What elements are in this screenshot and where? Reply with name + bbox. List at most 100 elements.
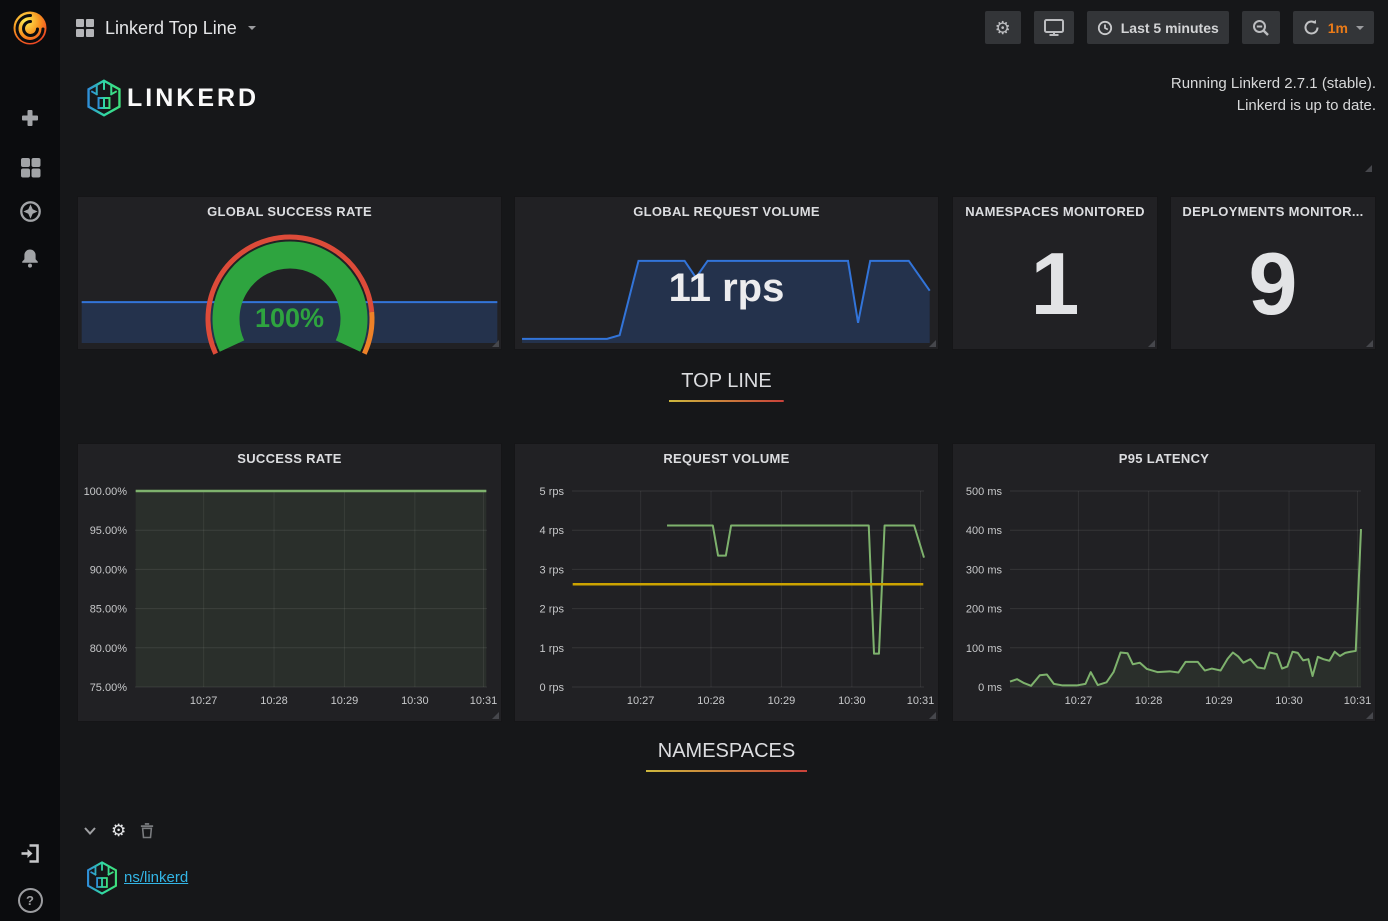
dashboard-title-button[interactable]: Linkerd Top Line <box>76 0 256 56</box>
svg-text:3 rps: 3 rps <box>540 564 565 576</box>
svg-text:10:30: 10:30 <box>401 695 429 707</box>
help-icon: ? <box>18 888 43 913</box>
svg-text:75.00%: 75.00% <box>90 682 128 694</box>
linkerd-wordmark: LINKERD <box>127 84 259 113</box>
svg-text:200 ms: 200 ms <box>966 604 1003 616</box>
svg-text:10:29: 10:29 <box>331 695 359 707</box>
top-nav: Linkerd Top Line ⚙ Last 5 minutes <box>60 0 1388 56</box>
row-controls: ⚙ <box>83 822 154 839</box>
zoom-out-icon <box>1252 19 1270 37</box>
svg-text:10:28: 10:28 <box>260 695 288 707</box>
panel-title[interactable]: GLOBAL SUCCESS RATE <box>78 204 501 219</box>
success-rate-chart[interactable]: 75.00%80.00%85.00%90.00%95.00%100.00%10:… <box>80 468 499 719</box>
svg-text:10:31: 10:31 <box>470 695 498 707</box>
refresh-interval-label: 1m <box>1328 20 1348 36</box>
panel-title[interactable]: DEPLOYMENTS MONITOR... <box>1171 204 1375 219</box>
linkerd-logo <box>84 77 124 124</box>
time-range-picker[interactable]: Last 5 minutes <box>1087 11 1229 44</box>
svg-text:0 rps: 0 rps <box>540 682 565 694</box>
compass-icon <box>19 200 42 223</box>
svg-text:10:27: 10:27 <box>1065 695 1093 707</box>
dashboard-grid-icon <box>76 19 94 37</box>
sign-in-icon <box>19 842 42 865</box>
svg-text:500 ms: 500 ms <box>966 486 1003 498</box>
linkerd-status-text: Running Linkerd 2.7.1 (stable). Linkerd … <box>1171 73 1376 117</box>
namespace-linkerd-logo <box>84 859 120 902</box>
panel-title[interactable]: P95 LATENCY <box>953 451 1375 466</box>
svg-text:95.00%: 95.00% <box>90 525 128 537</box>
panel-title[interactable]: NAMESPACES MONITORED <box>953 204 1157 219</box>
svg-text:10:30: 10:30 <box>1275 695 1303 707</box>
dashboard-title: Linkerd Top Line <box>105 18 237 39</box>
svg-text:10:27: 10:27 <box>627 695 655 707</box>
svg-text:10:27: 10:27 <box>190 695 218 707</box>
sidebar-item-alerting[interactable] <box>0 246 60 270</box>
panel-success-rate: SUCCESS RATE 75.00%80.00%85.00%90.00%95.… <box>77 443 502 722</box>
row-header-top-line[interactable]: TOP LINE <box>77 370 1376 402</box>
time-range-label: Last 5 minutes <box>1121 20 1219 36</box>
panel-resize-handle[interactable] <box>1365 165 1372 172</box>
refresh-picker[interactable]: 1m <box>1293 11 1374 44</box>
svg-text:10:29: 10:29 <box>768 695 796 707</box>
stat-value: 1 <box>953 225 1157 343</box>
sidebar-item-explore[interactable] <box>0 199 60 223</box>
panel-resize-handle[interactable] <box>1366 340 1373 347</box>
grafana-logo[interactable] <box>0 6 60 50</box>
sidebar-item-sign-in[interactable] <box>0 840 60 866</box>
svg-text:10:28: 10:28 <box>697 695 725 707</box>
sidebar-item-dashboards[interactable] <box>0 155 60 179</box>
refresh-icon <box>1303 19 1320 36</box>
dashboards-grid-icon <box>19 156 42 179</box>
gear-icon: ⚙ <box>995 19 1011 37</box>
panel-resize-handle[interactable] <box>1148 340 1155 347</box>
panel-request-volume: REQUEST VOLUME 0 rps1 rps2 rps3 rps4 rps… <box>514 443 939 722</box>
svg-text:90.00%: 90.00% <box>90 564 128 576</box>
svg-text:100 ms: 100 ms <box>966 643 1003 655</box>
panel-p95-latency: P95 LATENCY 0 ms100 ms200 ms300 ms400 ms… <box>952 443 1376 722</box>
panel-title[interactable]: SUCCESS RATE <box>78 451 501 466</box>
cycle-view-mode-button[interactable] <box>1034 11 1074 44</box>
grafana-logo-icon <box>10 8 50 48</box>
panel-namespaces-monitored: NAMESPACES MONITORED 1 <box>952 196 1158 350</box>
panel-title[interactable]: GLOBAL REQUEST VOLUME <box>515 204 938 219</box>
panel-resize-handle[interactable] <box>492 712 499 719</box>
row-header-namespaces[interactable]: NAMESPACES <box>77 740 1376 772</box>
monitor-icon <box>1044 19 1064 36</box>
trash-icon[interactable] <box>140 822 154 839</box>
panel-deployments-monitored: DEPLOYMENTS MONITOR... 9 <box>1170 196 1376 350</box>
stat-value: 9 <box>1171 225 1375 343</box>
svg-text:10:31: 10:31 <box>1344 695 1372 707</box>
svg-text:10:29: 10:29 <box>1205 695 1233 707</box>
chevron-down-icon <box>1356 26 1364 30</box>
panel-resize-handle[interactable] <box>929 340 936 347</box>
sidebar-item-create[interactable] <box>0 106 60 130</box>
chevron-down-icon[interactable] <box>83 824 97 837</box>
dashboard-settings-button[interactable]: ⚙ <box>985 11 1021 44</box>
request-volume-chart[interactable]: 0 rps1 rps2 rps3 rps4 rps5 rps10:2710:28… <box>517 468 936 719</box>
sidebar: ? <box>0 0 60 921</box>
row-settings-gear-icon[interactable]: ⚙ <box>111 822 126 839</box>
chevron-down-icon <box>248 26 256 30</box>
row-title: NAMESPACES <box>646 740 807 772</box>
status-line-2: Linkerd is up to date. <box>1171 95 1376 117</box>
namespace-link[interactable]: ns/linkerd <box>124 869 188 886</box>
bell-icon <box>19 247 41 270</box>
panel-resize-handle[interactable] <box>1366 712 1373 719</box>
row-title: TOP LINE <box>669 370 783 402</box>
panel-title[interactable]: REQUEST VOLUME <box>515 451 938 466</box>
panel-global-success-rate: GLOBAL SUCCESS RATE 100% <box>77 196 502 350</box>
sidebar-item-help[interactable]: ? <box>0 888 60 912</box>
svg-text:300 ms: 300 ms <box>966 564 1003 576</box>
stat-value: 11 rps <box>515 241 938 335</box>
plus-icon <box>19 107 41 129</box>
gauge-value: 100% <box>78 303 501 334</box>
p95-latency-chart[interactable]: 0 ms100 ms200 ms300 ms400 ms500 ms10:271… <box>955 468 1373 719</box>
panel-resize-handle[interactable] <box>929 712 936 719</box>
svg-text:10:30: 10:30 <box>838 695 866 707</box>
svg-text:0 ms: 0 ms <box>978 682 1002 694</box>
panel-global-request-volume: GLOBAL REQUEST VOLUME 11 rps <box>514 196 939 350</box>
zoom-out-button[interactable] <box>1242 11 1280 44</box>
nav-actions: ⚙ Last 5 minutes <box>985 11 1374 44</box>
svg-text:100.00%: 100.00% <box>84 486 128 498</box>
clock-icon <box>1097 20 1113 36</box>
